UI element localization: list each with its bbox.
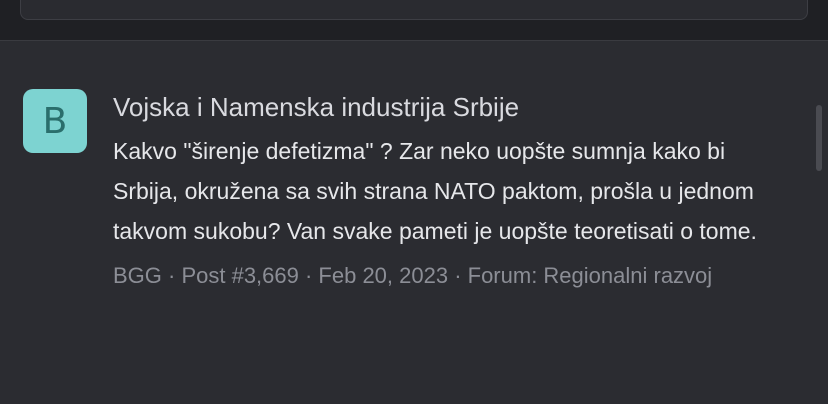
avatar[interactable]: B xyxy=(23,89,87,153)
avatar-letter: B xyxy=(42,100,68,142)
result-content: Vojska i Namenska industrija Srbije Kakv… xyxy=(113,89,793,295)
search-result[interactable]: B Vojska i Namenska industrija Srbije Ka… xyxy=(0,41,828,404)
thread-title-link[interactable]: Vojska i Namenska industrija Srbije xyxy=(113,89,793,125)
previous-result-card[interactable] xyxy=(20,0,808,20)
post-snippet: Kakvo "širenje defetizma" ? Zar neko uop… xyxy=(113,138,757,244)
scrollbar[interactable] xyxy=(816,105,822,171)
previous-result-area xyxy=(0,0,828,41)
post-meta: BGG · Post #3,669 · Feb 20, 2023 · Forum… xyxy=(113,263,713,288)
